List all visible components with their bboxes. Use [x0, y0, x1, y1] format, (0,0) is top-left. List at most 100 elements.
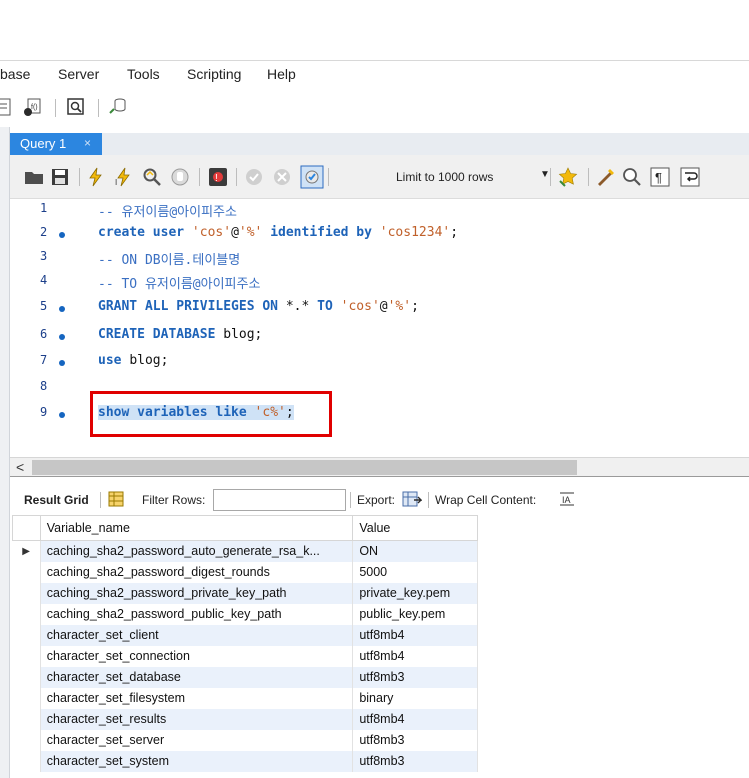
add-snippet-icon[interactable]: [558, 167, 578, 187]
menu-help[interactable]: Help: [267, 66, 296, 82]
open-folder-icon[interactable]: [24, 167, 44, 187]
value-cell[interactable]: 5000: [352, 561, 478, 583]
variable-name-cell[interactable]: character_set_server: [40, 729, 354, 751]
menu-database[interactable]: base: [0, 66, 30, 82]
value-cell[interactable]: public_key.pem: [352, 603, 478, 625]
export-icon[interactable]: [402, 490, 422, 508]
value-cell[interactable]: private_key.pem: [352, 582, 478, 604]
line-number: 4: [40, 273, 48, 287]
table-row[interactable]: character_set_filesystem binary: [12, 687, 478, 709]
toolbar-separator: [588, 168, 589, 186]
value-cell[interactable]: utf8mb3: [352, 666, 478, 688]
word-wrap-icon[interactable]: [680, 167, 700, 187]
autocommit-icon[interactable]: [300, 165, 324, 189]
variable-name-cell[interactable]: character_set_results: [40, 708, 354, 730]
commit-icon[interactable]: [244, 167, 264, 187]
menu-scripting[interactable]: Scripting: [187, 66, 241, 82]
line-number: 1: [40, 201, 48, 215]
inspector-icon[interactable]: [66, 97, 86, 117]
close-icon[interactable]: ×: [84, 136, 91, 150]
toggle-continue-on-error-icon[interactable]: !: [208, 167, 228, 187]
invisible-chars-icon[interactable]: ¶: [650, 167, 670, 187]
statement-marker-icon: [59, 360, 65, 366]
table-row[interactable]: character_set_server utf8mb3: [12, 729, 478, 751]
variable-name-cell[interactable]: character_set_connection: [40, 645, 354, 667]
code-text: CREATE DATABASE blog;: [98, 327, 263, 342]
variable-name-cell[interactable]: character_set_database: [40, 666, 354, 688]
variable-name-cell[interactable]: caching_sha2_password_private_key_path: [40, 582, 354, 604]
statement-marker-icon: [59, 334, 65, 340]
variable-name-cell[interactable]: character_set_system: [40, 750, 354, 772]
wrap-cell-icon[interactable]: IA: [559, 492, 575, 506]
result-grid-table: Variable_name Value ▶ caching_sha2_passwo…: [12, 515, 478, 772]
toolbar-separator: [79, 168, 80, 186]
table-row[interactable]: character_set_system utf8mb3: [12, 750, 478, 772]
sql-file-icon[interactable]: [0, 97, 14, 117]
variable-name-cell[interactable]: character_set_filesystem: [40, 687, 354, 709]
table-row[interactable]: caching_sha2_password_digest_rounds 5000: [12, 561, 478, 583]
beautify-icon[interactable]: [596, 167, 616, 187]
svg-text:f(): f(): [31, 104, 38, 111]
table-row[interactable]: ▶ caching_sha2_password_auto_generate_rsa…: [12, 540, 478, 562]
code-text: use blog;: [98, 353, 169, 368]
code-text: create user 'cos'@'%' identified by 'cos…: [98, 225, 459, 240]
tab-query-1[interactable]: Query 1 ×: [10, 133, 102, 155]
reconnect-icon[interactable]: [108, 97, 128, 117]
toolbar-separator: [350, 492, 351, 508]
line-number: 7: [40, 353, 48, 367]
column-header-variable-name[interactable]: Variable_name: [39, 515, 354, 541]
table-row[interactable]: character_set_database utf8mb3: [12, 666, 478, 688]
highlight-annotation-box: [90, 391, 332, 437]
svg-text:IA: IA: [562, 495, 571, 505]
row-marker: [12, 687, 41, 709]
table-row[interactable]: caching_sha2_password_public_key_path pub…: [12, 603, 478, 625]
value-cell[interactable]: utf8mb3: [352, 729, 478, 751]
menu-tools[interactable]: Tools: [127, 66, 160, 82]
code-text: -- TO 유저이름@아이피주소: [98, 277, 261, 292]
variable-name-cell[interactable]: caching_sha2_password_auto_generate_rsa_…: [40, 540, 354, 562]
scroll-left-icon[interactable]: <: [16, 459, 24, 475]
main-toolbar: f(): [0, 89, 749, 127]
stop-icon[interactable]: [170, 167, 190, 187]
editor-horizontal-scrollbar[interactable]: <: [10, 457, 749, 477]
execute-icon[interactable]: [86, 167, 106, 187]
explain-icon[interactable]: [142, 167, 162, 187]
row-marker-header: [12, 515, 41, 541]
row-marker: [12, 666, 41, 688]
table-row[interactable]: character_set_results utf8mb4: [12, 708, 478, 730]
table-row[interactable]: character_set_client utf8mb4: [12, 624, 478, 646]
value-cell[interactable]: utf8mb4: [352, 624, 478, 646]
editor-line: 2 create user 'cos'@'%' identified by 'c…: [10, 223, 749, 247]
query-tab-strip: Query 1 ×: [10, 133, 749, 155]
table-row[interactable]: caching_sha2_password_private_key_path pr…: [12, 582, 478, 604]
value-cell[interactable]: binary: [352, 687, 478, 709]
value-cell[interactable]: utf8mb4: [352, 708, 478, 730]
line-number: 3: [40, 249, 48, 263]
editor-line: 1 -- 유저이름@아이피주소: [10, 199, 749, 223]
grid-header-row: Variable_name Value: [12, 515, 478, 541]
value-cell[interactable]: ON: [352, 540, 478, 562]
rollback-icon[interactable]: [272, 167, 292, 187]
sql-editor[interactable]: 1 -- 유저이름@아이피주소 2 create user 'cos'@'%' …: [10, 199, 749, 457]
menu-server[interactable]: Server: [58, 66, 99, 82]
column-header-value[interactable]: Value: [352, 515, 478, 541]
tab-label: Query 1: [20, 136, 67, 151]
result-grid-label[interactable]: Result Grid: [24, 493, 89, 507]
create-function-icon[interactable]: f(): [22, 97, 42, 117]
value-cell[interactable]: utf8mb3: [352, 750, 478, 772]
variable-name-cell[interactable]: caching_sha2_password_public_key_path: [40, 603, 354, 625]
filter-rows-input[interactable]: [213, 489, 346, 511]
limit-rows-select[interactable]: Limit to 1000 rows ▼: [390, 166, 558, 188]
menu-bar: base Server Tools Scripting Help: [0, 60, 749, 88]
scrollbar-thumb[interactable]: [32, 460, 577, 475]
save-icon[interactable]: [50, 167, 70, 187]
find-icon[interactable]: [622, 167, 642, 187]
grid-view-icon[interactable]: [108, 491, 124, 507]
editor-line: 3 -- ON DB이름.테이블명: [10, 247, 749, 271]
execute-current-icon[interactable]: I: [114, 167, 134, 187]
value-cell[interactable]: utf8mb4: [352, 645, 478, 667]
variable-name-cell[interactable]: character_set_client: [40, 624, 354, 646]
svg-text:!: !: [215, 173, 218, 184]
table-row[interactable]: character_set_connection utf8mb4: [12, 645, 478, 667]
variable-name-cell[interactable]: caching_sha2_password_digest_rounds: [40, 561, 354, 583]
